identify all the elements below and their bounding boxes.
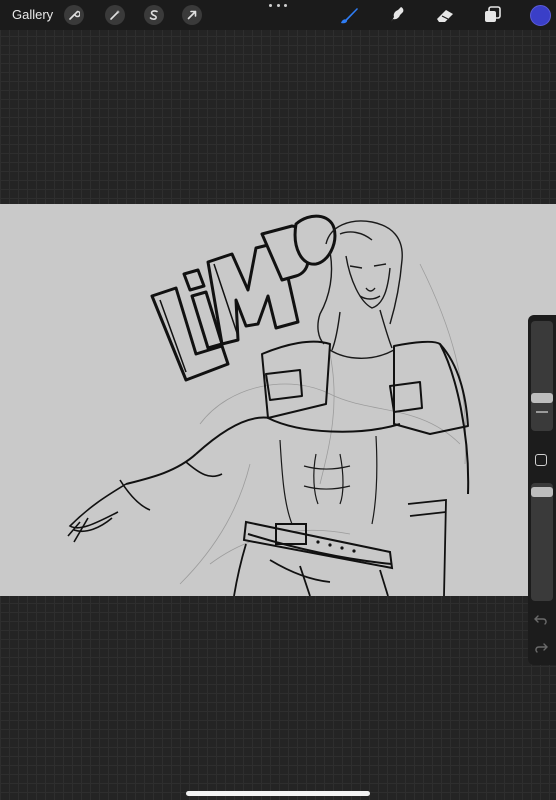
opacity-slider[interactable] — [531, 483, 553, 601]
eraser-icon[interactable] — [434, 5, 456, 25]
undo-arrow-icon[interactable] — [533, 613, 549, 627]
slider-divider-line — [536, 411, 548, 413]
redo-arrow-icon[interactable] — [533, 641, 549, 655]
sketch-artwork — [67, 214, 470, 596]
brush-size-thumb[interactable] — [531, 393, 553, 403]
gallery-button[interactable]: Gallery — [12, 7, 53, 22]
dot-icon — [276, 4, 280, 7]
actions-wrench-icon[interactable] — [64, 5, 84, 25]
top-toolbar: Gallery — [0, 0, 556, 30]
more-options-dots[interactable] — [269, 4, 287, 10]
drawing-canvas[interactable] — [0, 204, 556, 596]
brush-icon[interactable] — [338, 5, 360, 25]
home-indicator-bar[interactable] — [186, 791, 370, 796]
selection-s-icon[interactable] — [144, 5, 164, 25]
modify-square-button[interactable] — [535, 454, 547, 466]
opacity-thumb[interactable] — [531, 487, 553, 497]
dot-icon — [269, 4, 272, 7]
color-picker-swatch[interactable] — [530, 5, 551, 26]
side-slider-panel — [528, 315, 556, 665]
transform-arrow-icon[interactable] — [182, 5, 202, 25]
adjustments-magic-wand-icon[interactable] — [105, 5, 125, 25]
brush-size-slider[interactable] — [531, 321, 553, 431]
layers-icon[interactable] — [481, 5, 503, 25]
dot-icon — [284, 4, 287, 7]
smudge-icon[interactable] — [386, 5, 408, 25]
